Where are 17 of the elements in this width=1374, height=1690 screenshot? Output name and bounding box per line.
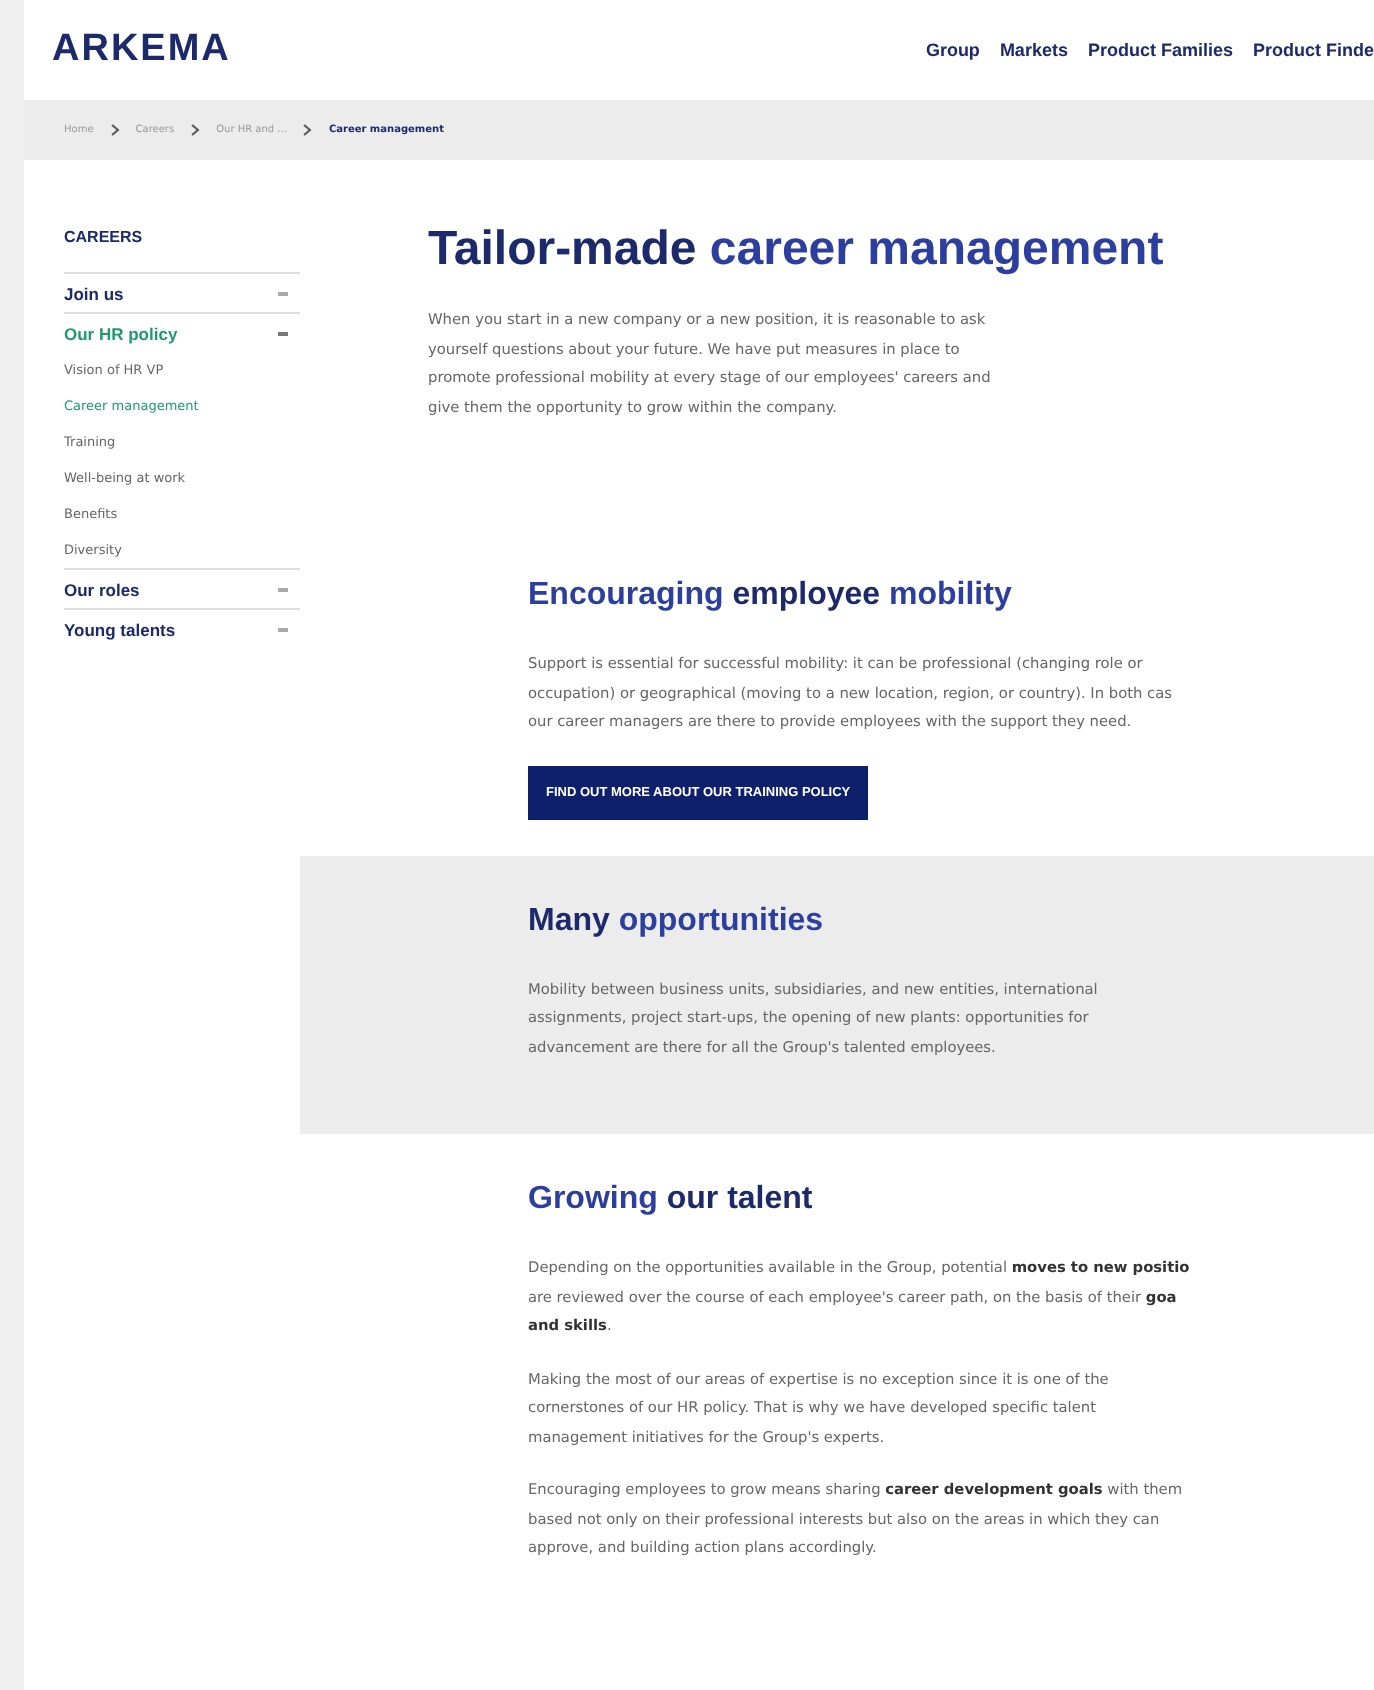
- section-title: Growing our talent: [528, 1182, 815, 1218]
- nav-link[interactable]: Markets: [999, 40, 1068, 60]
- nav-link[interactable]: Product Finde: [1253, 40, 1374, 60]
- section-title: Encouraging employee mobility: [528, 578, 1014, 614]
- sidebar-group[interactable]: Young talents: [64, 608, 300, 648]
- logo[interactable]: ARKEMA: [52, 28, 231, 72]
- sidebar-group[interactable]: Our roles: [64, 568, 300, 608]
- nav-link[interactable]: Product Families: [1087, 40, 1233, 60]
- chevron-icon: [302, 124, 313, 136]
- chevron-icon: [190, 124, 201, 136]
- page-title: Tailor-made career management: [428, 220, 1166, 278]
- nav-link[interactable]: Group: [925, 40, 980, 60]
- sidebar-group[interactable]: Join us: [64, 272, 300, 312]
- sidebar-title: CAREERS: [64, 228, 145, 246]
- chevron-icon: [109, 124, 120, 136]
- section-title: Many opportunities: [528, 903, 826, 939]
- sidebar-group[interactable]: Our HR policy: [64, 312, 300, 352]
